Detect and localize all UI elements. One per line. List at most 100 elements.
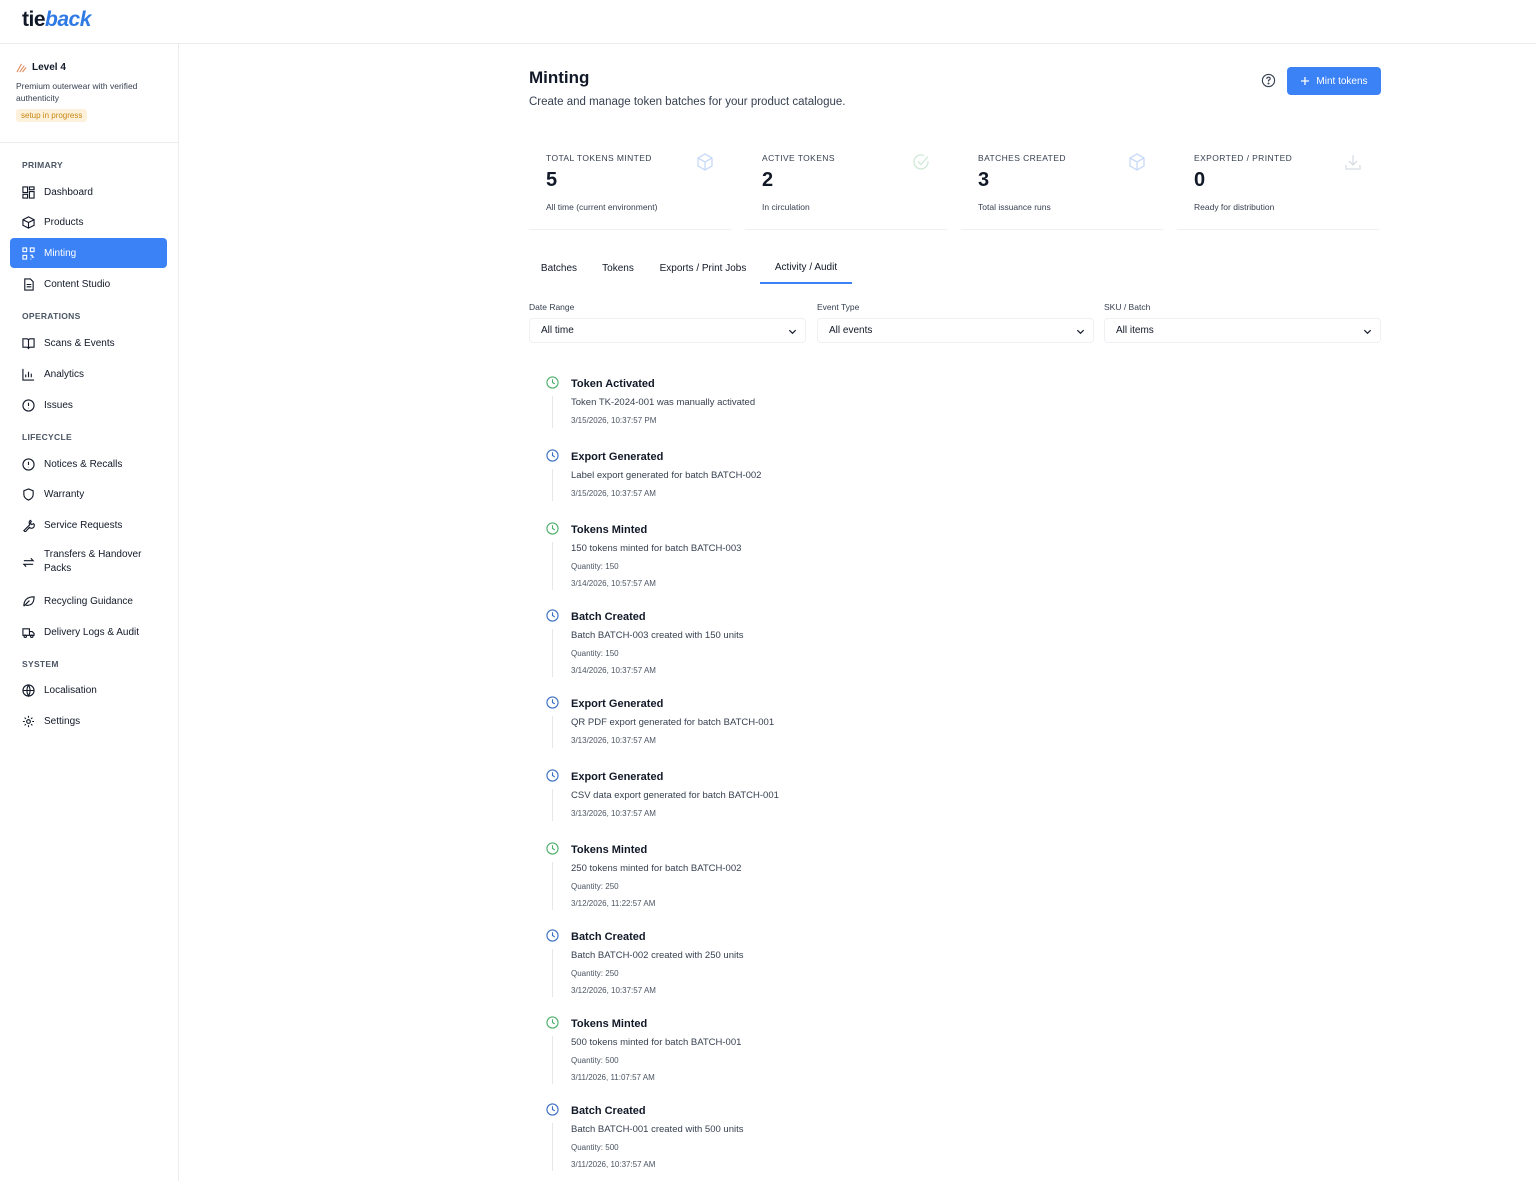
clock-icon xyxy=(546,449,559,462)
event-timestamp: 3/13/2026, 10:37:57 AM xyxy=(571,809,656,818)
event-description: 150 tokens minted for batch BATCH-003 xyxy=(571,543,742,554)
event-description: 250 tokens minted for batch BATCH-002 xyxy=(571,863,742,874)
timeline-connector xyxy=(552,469,553,501)
sidebar-item-scans-events[interactable]: Scans & Events xyxy=(10,328,167,358)
event-title: Batch Created xyxy=(571,931,646,943)
timeline-connector xyxy=(552,629,553,677)
timeline-connector xyxy=(552,716,553,748)
page-title: Minting xyxy=(529,68,590,87)
tab-exports[interactable]: Exports / Print Jobs xyxy=(647,252,759,284)
status-badge: setup in progress xyxy=(16,109,88,122)
top-bar: tieback xyxy=(0,0,1536,44)
filter-label-sku: SKU / Batch xyxy=(1104,302,1151,312)
sidebar-item-transfers[interactable]: Transfers & Handover Packs xyxy=(10,541,167,583)
event-title: Export Generated xyxy=(571,771,664,783)
level-title: Level 4 xyxy=(16,62,66,73)
chevron-down-icon xyxy=(1076,329,1085,335)
download-icon xyxy=(1345,155,1361,170)
check-circle-icon xyxy=(913,154,929,170)
tab-tokens[interactable]: Tokens xyxy=(591,252,645,284)
tab-activity-audit[interactable]: Activity / Audit xyxy=(760,252,852,284)
timeline-connector xyxy=(552,789,553,821)
event-title: Export Generated xyxy=(571,451,664,463)
clock-icon xyxy=(546,842,559,855)
event-description: Token TK-2024-001 was manually activated xyxy=(571,397,756,408)
sidebar-item-service-requests[interactable]: Service Requests xyxy=(10,510,167,540)
level-description: Premium outerwear with verified authenti… xyxy=(16,81,138,103)
globe-icon xyxy=(22,683,35,697)
document-icon xyxy=(24,277,34,291)
sidebar-item-products[interactable]: Products xyxy=(10,207,167,237)
level-card: Level 4 Premium outerwear with verified … xyxy=(0,44,178,143)
event-title: Tokens Minted xyxy=(571,524,648,536)
level-icon xyxy=(16,63,27,73)
sidebar-item-settings[interactable]: Settings xyxy=(10,706,167,736)
alert-circle-icon xyxy=(22,457,35,471)
arrows-icon xyxy=(22,557,35,567)
event-description: Batch BATCH-002 created with 250 units xyxy=(571,950,744,961)
nav-section-operations: OPERATIONS xyxy=(22,311,81,321)
chevron-down-icon xyxy=(1363,329,1372,335)
clock-icon xyxy=(546,1016,559,1029)
event-quantity: Quantity: 250 xyxy=(571,969,619,978)
gear-icon xyxy=(22,715,35,727)
timeline-connector xyxy=(552,396,553,428)
bar-chart-icon xyxy=(22,368,35,381)
sidebar-item-dashboard[interactable]: Dashboard xyxy=(10,177,167,207)
clock-icon xyxy=(546,609,559,622)
nav-section-primary: PRIMARY xyxy=(22,160,63,170)
sku-batch-select[interactable]: All items xyxy=(1104,318,1381,343)
plus-icon xyxy=(1301,77,1310,85)
timeline-connector xyxy=(552,862,553,910)
event-timestamp: 3/12/2026, 11:22:57 AM xyxy=(571,899,656,908)
stat-card-total-minted: TOTAL TOKENS MINTED 5 All time (current … xyxy=(529,142,731,230)
filter-label-date: Date Range xyxy=(529,302,575,312)
event-quantity: Quantity: 250 xyxy=(571,882,619,891)
filter-label-event: Event Type xyxy=(817,302,860,312)
timeline-connector xyxy=(552,1123,553,1171)
event-timestamp: 3/13/2026, 10:37:57 AM xyxy=(571,736,656,745)
event-type-select[interactable]: All events xyxy=(817,318,1094,343)
event-timestamp: 3/11/2026, 11:07:57 AM xyxy=(571,1073,655,1082)
event-description: Batch BATCH-001 created with 500 units xyxy=(571,1124,744,1135)
sidebar-item-delivery-logs[interactable]: Delivery Logs & Audit xyxy=(10,617,167,647)
sidebar-item-recycling[interactable]: Recycling Guidance xyxy=(10,586,167,616)
clock-icon xyxy=(546,769,559,782)
tab-batches[interactable]: Batches xyxy=(529,252,589,284)
event-timestamp: 3/12/2026, 10:37:57 AM xyxy=(571,986,656,995)
sidebar-item-issues[interactable]: Issues xyxy=(10,390,167,420)
date-range-select[interactable]: All time xyxy=(529,318,806,343)
sidebar-item-content-studio[interactable]: Content Studio xyxy=(10,269,167,299)
stat-card-active-tokens: ACTIVE TOKENS 2 In circulation xyxy=(745,142,947,230)
event-title: Export Generated xyxy=(571,698,664,710)
mint-tokens-button[interactable]: Mint tokens xyxy=(1287,67,1381,95)
help-icon[interactable] xyxy=(1261,73,1276,88)
event-timestamp: 3/15/2026, 10:37:57 PM xyxy=(571,416,657,425)
cube-icon xyxy=(697,153,713,171)
event-description: QR PDF export generated for batch BATCH-… xyxy=(571,717,775,728)
event-title: Tokens Minted xyxy=(571,1018,648,1030)
event-description: CSV data export generated for batch BATC… xyxy=(571,790,779,801)
sidebar-item-minting[interactable]: Minting xyxy=(10,238,167,268)
sidebar-item-notices-recalls[interactable]: Notices & Recalls xyxy=(10,449,167,479)
sidebar-item-warranty[interactable]: Warranty xyxy=(10,479,167,509)
chevron-down-icon xyxy=(788,329,797,335)
event-timestamp: 3/14/2026, 10:57:57 AM xyxy=(571,579,656,588)
clock-icon xyxy=(546,376,559,389)
event-title: Batch Created xyxy=(571,1105,646,1117)
leaf-icon xyxy=(23,595,35,607)
event-timestamp: 3/15/2026, 10:37:57 AM xyxy=(571,489,656,498)
qr-icon xyxy=(22,246,35,260)
tieback-logo[interactable]: tieback xyxy=(22,8,91,32)
shield-icon xyxy=(23,487,34,501)
wrench-icon xyxy=(23,519,35,532)
timeline-connector xyxy=(552,949,553,997)
sidebar: Level 4 Premium outerwear with verified … xyxy=(0,44,179,1181)
sidebar-item-localisation[interactable]: Localisation xyxy=(10,675,167,705)
event-description: 500 tokens minted for batch BATCH-001 xyxy=(571,1037,742,1048)
cube-icon xyxy=(1129,153,1145,171)
event-title: Batch Created xyxy=(571,611,646,623)
nav-section-system: SYSTEM xyxy=(22,659,59,669)
event-title: Tokens Minted xyxy=(571,844,648,856)
sidebar-item-analytics[interactable]: Analytics xyxy=(10,359,167,389)
